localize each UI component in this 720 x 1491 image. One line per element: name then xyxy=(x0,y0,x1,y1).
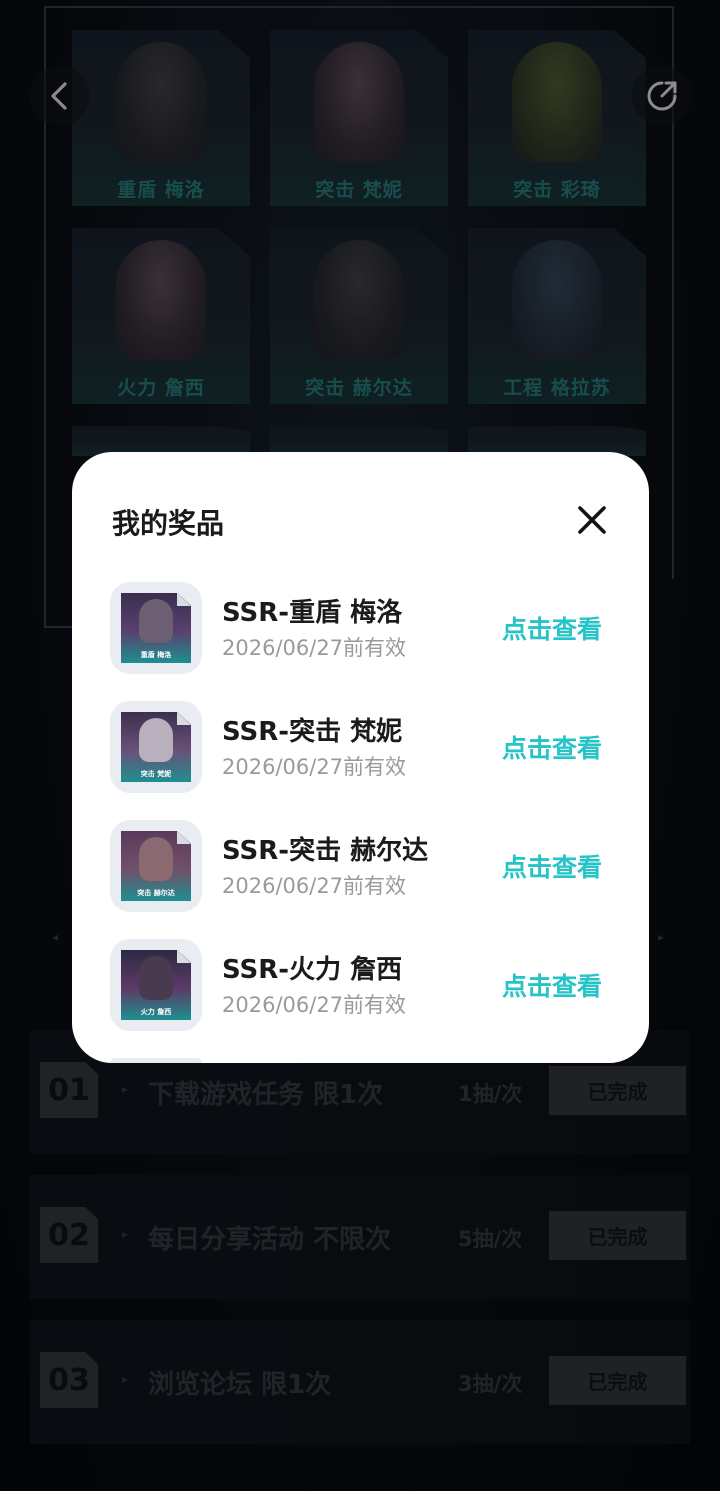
character-card-image: 重盾 梅洛 xyxy=(121,593,191,663)
view-prize-link[interactable]: 点击查看 xyxy=(502,848,602,884)
prize-item: 重盾 梅洛 SSR-重盾 梅洛 2026/06/27前有效 点击查看 xyxy=(72,580,649,699)
prize-validity: 2026/06/27前有效 xyxy=(222,993,407,1017)
view-prize-link[interactable]: 点击查看 xyxy=(502,729,602,765)
prize-validity: 2026/06/27前有效 xyxy=(222,874,407,898)
character-card-image: 突击 梵妮 xyxy=(121,712,191,782)
prize-name: SSR-火力 詹西 xyxy=(222,955,403,985)
prize-list: 重盾 梅洛 SSR-重盾 梅洛 2026/06/27前有效 点击查看 突击 梵妮… xyxy=(72,580,649,1056)
view-prize-link[interactable]: 点击查看 xyxy=(502,967,602,1003)
prize-validity: 2026/06/27前有效 xyxy=(222,636,407,660)
thumbnail-label: 火力 詹西 xyxy=(140,1008,172,1016)
prize-name: SSR-突击 梵妮 xyxy=(222,717,403,747)
thumbnail-label: 重盾 梅洛 xyxy=(140,651,172,659)
close-button[interactable] xyxy=(572,500,612,540)
prize-thumbnail: 突击 梵妮 xyxy=(110,701,202,793)
modal-title: 我的奖品 xyxy=(112,507,225,540)
character-card-image: 突击 赫尔达 xyxy=(121,831,191,901)
prize-name: SSR-突击 赫尔达 xyxy=(222,836,429,866)
prize-validity: 2026/06/27前有效 xyxy=(222,755,407,779)
prize-thumbnail: 重盾 梅洛 xyxy=(110,582,202,674)
character-card-image: 火力 詹西 xyxy=(121,950,191,1020)
prize-item: 火力 詹西 SSR-火力 詹西 2026/06/27前有效 点击查看 xyxy=(72,937,649,1056)
prize-name: SSR-重盾 梅洛 xyxy=(222,598,403,628)
prize-thumbnail: 突击 赫尔达 xyxy=(110,820,202,912)
prize-item: 突击 梵妮 SSR-突击 梵妮 2026/06/27前有效 点击查看 xyxy=(72,699,649,818)
prizes-modal: 我的奖品 重盾 梅洛 SSR-重盾 梅洛 2026/06/27前有效 点击查看 xyxy=(72,452,649,1063)
next-prize-thumbnail-peek xyxy=(110,1058,202,1063)
view-prize-link[interactable]: 点击查看 xyxy=(502,610,602,646)
prize-item: 突击 赫尔达 SSR-突击 赫尔达 2026/06/27前有效 点击查看 xyxy=(72,818,649,937)
thumbnail-label: 突击 赫尔达 xyxy=(137,889,175,897)
prize-thumbnail: 火力 詹西 xyxy=(110,939,202,1031)
thumbnail-label: 突击 梵妮 xyxy=(140,770,172,778)
close-icon xyxy=(578,506,606,534)
